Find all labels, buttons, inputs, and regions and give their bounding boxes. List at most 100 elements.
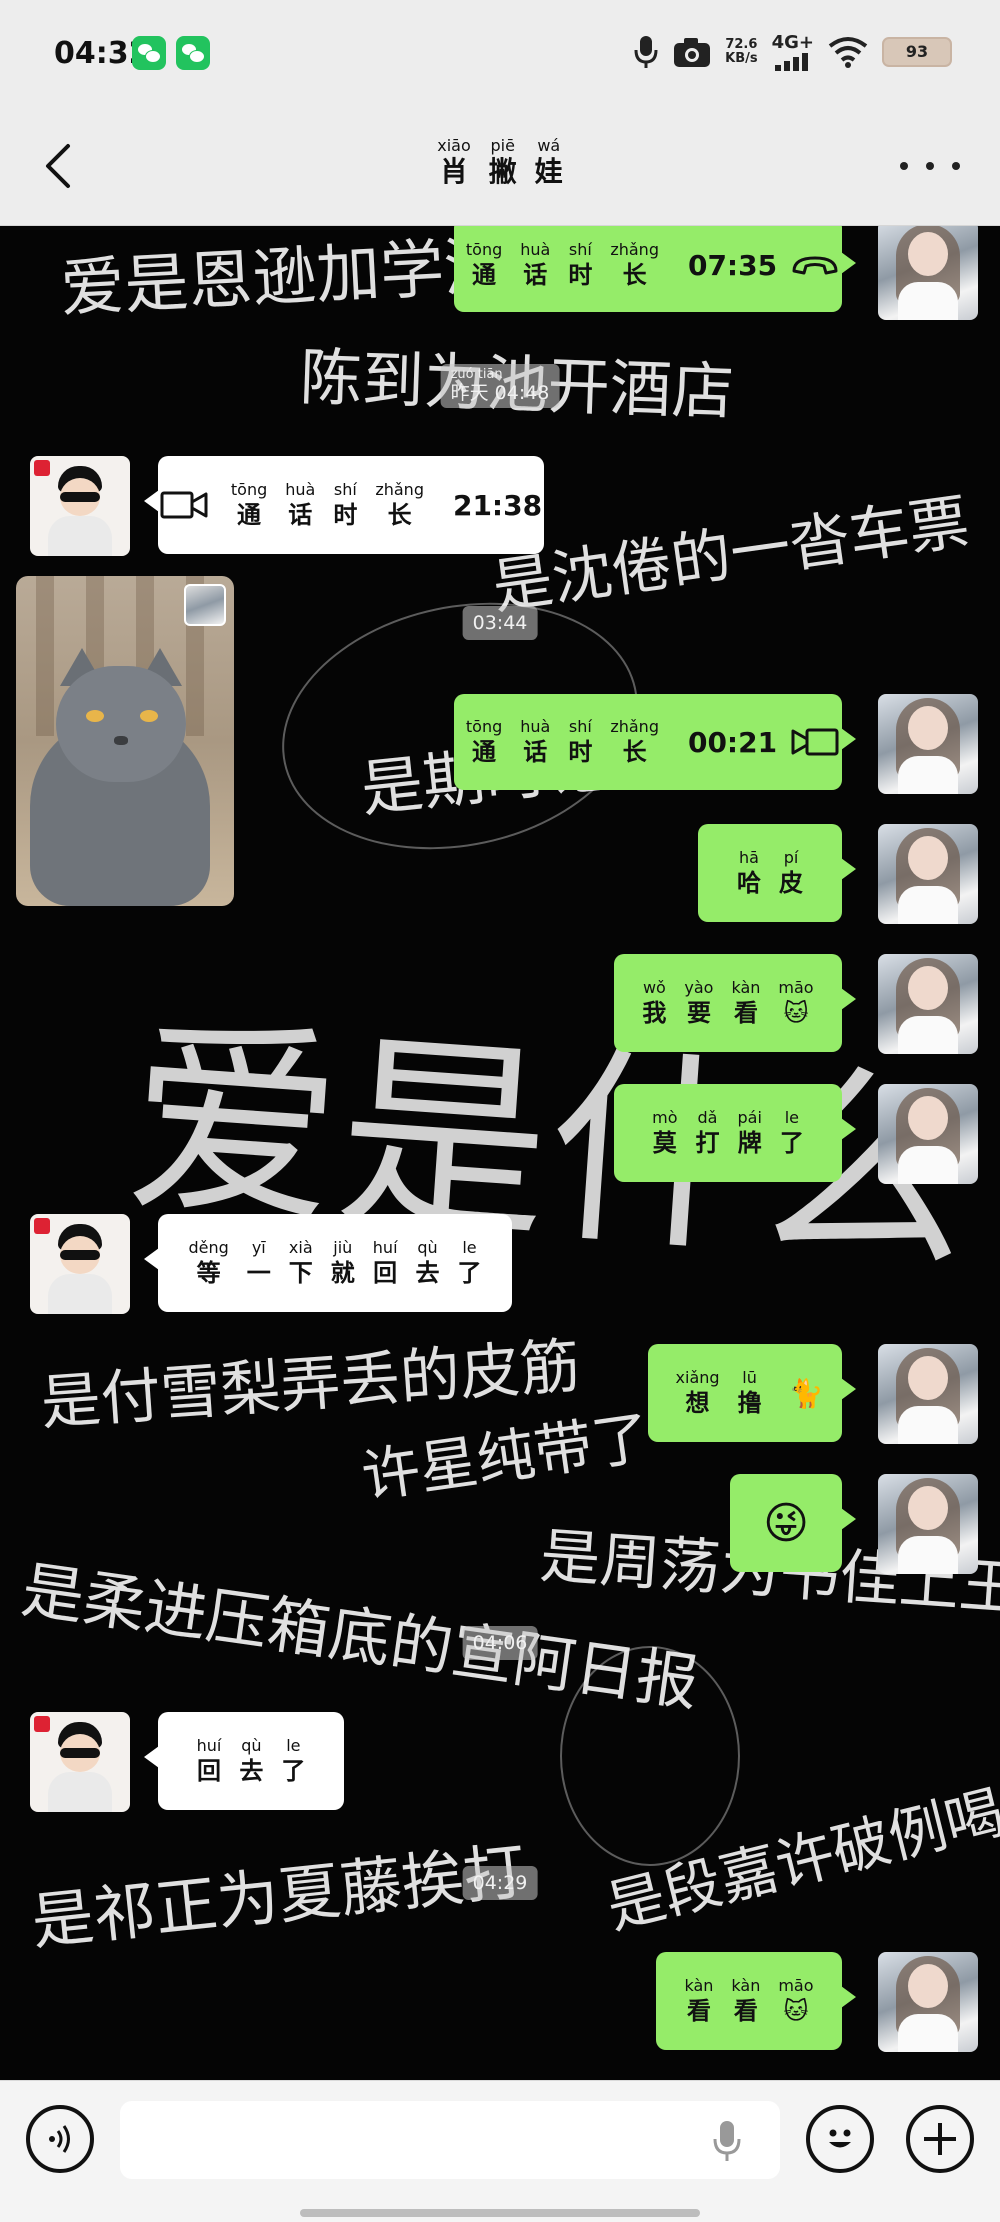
pinyin: le (462, 1238, 477, 1257)
pinyin: huí (196, 1736, 222, 1755)
pinyin: tōng (230, 480, 268, 499)
my-avatar[interactable] (878, 1344, 978, 1444)
timestamp: zuó tiān 昨天 04:48 (440, 364, 560, 408)
video-call-record[interactable]: tōng 通 huà 话 shí 时 zhǎng 长 21:38 (144, 456, 544, 554)
chat-title: xiāo 肖 piē 撇 wá 娃 (0, 136, 1000, 188)
pinyin-character: xiǎng 想 (676, 1368, 720, 1418)
network-speed-unit: KB/s (725, 51, 758, 66)
hanzi: 肖 (439, 155, 468, 188)
hanzi: 话 (288, 501, 313, 529)
hanzi: 了 (281, 1757, 306, 1785)
wechat-notification-icon (132, 36, 166, 70)
my-avatar[interactable] (878, 1474, 978, 1574)
my-avatar[interactable] (878, 226, 978, 320)
pinyin: qù (417, 1238, 438, 1257)
hanzi: 要 (686, 999, 711, 1027)
contact-avatar[interactable] (30, 1712, 130, 1812)
text-message[interactable]: kàn 看 kàn 看 māo 🐱 (656, 1952, 856, 2050)
message-text: wǒ 我 yào 要 kàn 看 māo 🐱 (633, 978, 822, 1028)
pinyin: huà (520, 717, 551, 736)
pinyin-character: huà 话 (520, 240, 550, 290)
my-avatar[interactable] (878, 824, 978, 924)
pinyin: huà (520, 240, 551, 259)
text-message[interactable]: mò 莫 dǎ 打 pái 牌 le 了 (614, 1084, 856, 1182)
dictation-button[interactable] (712, 2119, 742, 2167)
hanzi: 通 (237, 501, 262, 529)
contact-avatar[interactable] (30, 456, 130, 556)
hanzi: 我 (642, 999, 667, 1027)
text-message[interactable]: huí 回 qù 去 le 了 (144, 1712, 344, 1810)
pinyin-character: pái 牌 (737, 1108, 761, 1158)
pinyin-character: zhǎng 长 (610, 240, 659, 290)
text-message[interactable]: xiǎng 想 lū 撸 🐈 (648, 1344, 856, 1442)
call-duration-label: tōng 通 huà 话 shí 时 zhǎng 长 (222, 480, 433, 530)
chat-area[interactable]: 爱是恩逊加学酒 陈到为池开酒店 是沈倦的一沓车票 是期时记 爱是什么 是付雪梨弄… (0, 226, 1000, 2080)
emoji-button[interactable] (806, 2105, 874, 2173)
message-text: hā 哈 pí 皮 (728, 848, 812, 898)
my-avatar[interactable] (878, 694, 978, 794)
pinyin-character: yī 一 (247, 1238, 271, 1288)
pinyin: lū (742, 1368, 757, 1387)
video-camera-icon (791, 728, 839, 756)
pinyin-character: lū 撸 (738, 1368, 762, 1418)
add-attachment-button[interactable] (906, 2105, 974, 2173)
pinyin-character: xià 下 (289, 1238, 313, 1288)
pinyin-character: zhǎng 长 (610, 717, 659, 767)
smiley-icon (829, 2129, 851, 2148)
pinyin-character: māo 🐱 (778, 1976, 813, 2026)
voice-call-record[interactable]: tōng 通 huà 话 shí 时 zhǎng 长 07:35 (454, 226, 856, 312)
status-bar: 04:32 72.6 KB/s 4G+ 93 (0, 0, 1000, 108)
hanzi: 牌 (737, 1129, 762, 1157)
pinyin-character: qù 去 (239, 1736, 263, 1786)
wallpaper-doodle (560, 1646, 740, 1866)
text-message[interactable]: hā 哈 pí 皮 (698, 824, 856, 922)
hanzi: 看 (733, 1997, 758, 2025)
my-avatar[interactable] (878, 1952, 978, 2052)
hanzi: 看 (733, 999, 758, 1027)
call-duration: 07:35 (687, 248, 778, 282)
hanzi: 撸 (737, 1389, 762, 1417)
timestamp: 04:06 (462, 1626, 538, 1660)
cell-signal-icon (774, 53, 808, 71)
hanzi: 去 (239, 1757, 264, 1785)
video-call-record[interactable]: tōng 通 huà 话 shí 时 zhǎng 长 00:21 (454, 694, 856, 790)
voice-input-button[interactable] (26, 2105, 94, 2173)
emoji-message[interactable]: 😜 (730, 1474, 856, 1572)
wallpaper-text: 爱是恩逊加学酒 (58, 229, 510, 327)
message-input[interactable] (120, 2101, 780, 2179)
hanzi: 🐱 (783, 1997, 809, 2025)
message-text: huí 回 qù 去 le 了 (188, 1736, 315, 1786)
pinyin: tōng (465, 717, 503, 736)
pinyin: mò (652, 1108, 678, 1127)
network-speed-value: 72.6 (725, 37, 758, 52)
contact-avatar[interactable] (30, 1214, 130, 1314)
pinyin-character: qù 去 (416, 1238, 440, 1288)
pinyin-character: hā 哈 (737, 848, 761, 898)
text-message[interactable]: wǒ 我 yào 要 kàn 看 māo 🐱 (614, 954, 856, 1052)
network-type: 4G+ (771, 32, 814, 53)
wallpaper-text: 是祁正为夏藤挨打 (28, 1834, 530, 1959)
pinyin: qù (241, 1736, 262, 1755)
home-indicator[interactable] (300, 2209, 700, 2217)
text-message[interactable]: děng 等 yī 一 xià 下 jiù 就 huí 回 qù 去 le 了 (144, 1214, 512, 1312)
pinyin: zhǎng (610, 717, 659, 736)
hanzi: 莫 (652, 1129, 677, 1157)
more-options-button[interactable] (900, 144, 960, 188)
pinyin-character: jiù 就 (331, 1238, 355, 1288)
call-duration: 21:38 (452, 488, 543, 522)
pinyin: pái (737, 1108, 762, 1127)
pinyin-character: xiāo 肖 (437, 136, 471, 188)
my-avatar[interactable] (878, 954, 978, 1054)
wechat-notification-icon (176, 36, 210, 70)
pinyin: shí (568, 717, 592, 736)
cat-photo-message[interactable] (16, 576, 234, 906)
pinyin: děng (188, 1238, 229, 1257)
cell-signal: 4G+ (772, 33, 814, 71)
chat-header: xiāo 肖 piē 撇 wá 娃 (0, 108, 1000, 226)
call-duration: 00:21 (687, 725, 778, 759)
pinyin: le (286, 1736, 301, 1755)
pinyin-character: wá 娃 (535, 136, 563, 188)
hanzi: 皮 (779, 869, 803, 897)
call-duration-label: tōng 通 huà 话 shí 时 zhǎng 长 (457, 240, 668, 290)
my-avatar[interactable] (878, 1084, 978, 1184)
